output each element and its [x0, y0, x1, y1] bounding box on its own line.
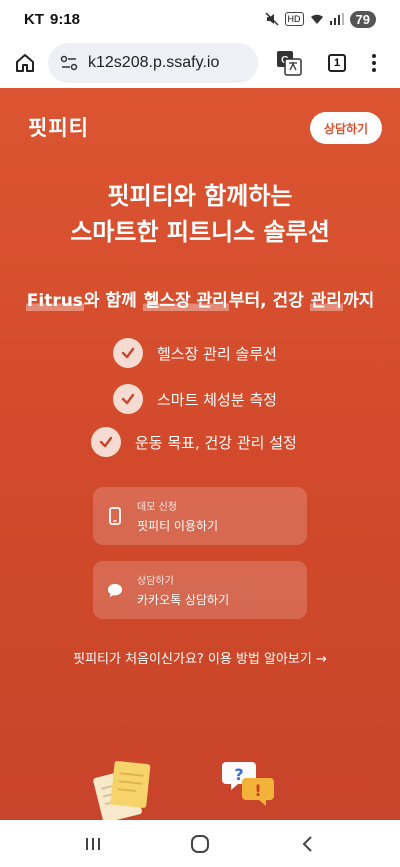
home-nav-button[interactable]: [180, 829, 220, 859]
signal-icon: [329, 13, 344, 25]
check-icon: [113, 384, 143, 414]
battery-indicator: 79: [349, 10, 376, 28]
back-button[interactable]: [287, 829, 327, 859]
feature-item: 헬스장 관리 솔루션: [113, 338, 277, 368]
subtitle-highlight-fitrus: Fitrus: [25, 291, 84, 311]
carrier-label: KT: [24, 10, 44, 28]
hero-title: 핏피티와 함께하는 스마트한 피트니스 솔루션: [0, 178, 400, 250]
back-icon: [302, 835, 312, 852]
hero-title-line2: 스마트한 피트니스 솔루션: [70, 218, 330, 246]
subtitle-highlight-manage: 관리: [309, 291, 343, 311]
feature-label: 스마트 체성분 측정: [157, 390, 277, 409]
feature-label: 헬스장 관리 솔루션: [157, 344, 277, 363]
check-icon: [113, 338, 143, 368]
dot-icon: [372, 68, 376, 72]
url-text: k12s208.p.ssafy.io: [88, 54, 220, 71]
landing-page: 핏피티 상담하기 핏피티와 함께하는 스마트한 피트니스 솔루션 Fitrus와…: [0, 88, 400, 820]
browser-toolbar: k12s208.p.ssafy.io G 1: [0, 38, 400, 88]
home-button[interactable]: [10, 48, 40, 78]
translate-button[interactable]: G: [276, 50, 302, 76]
card-kicker: 상담하기: [137, 576, 174, 587]
subtitle-highlight-gym: 헬스장 관리: [142, 291, 229, 311]
translate-icon: G: [277, 51, 302, 76]
subtitle-text-3: 까지: [342, 291, 375, 311]
demo-request-card[interactable]: 데모 신청 핏피티 이용하기: [93, 487, 307, 545]
wifi-icon: [310, 14, 323, 24]
recent-apps-icon: [86, 837, 101, 850]
phone-icon: [107, 507, 123, 525]
subtitle-text-1: 와 함께: [83, 291, 143, 311]
svg-text:!: !: [254, 781, 261, 800]
address-bar[interactable]: k12s208.p.ssafy.io: [48, 43, 258, 83]
dot-icon: [372, 54, 376, 58]
how-to-use-link[interactable]: 핏피티가 처음이신가요? 이용 방법 알아보기 →: [0, 648, 400, 667]
feature-item: 운동 목표, 건강 관리 설정: [91, 427, 297, 457]
consult-button[interactable]: 상담하기: [310, 112, 382, 144]
brand-logo[interactable]: 핏피티: [28, 112, 89, 142]
hd-badge: HD: [284, 12, 304, 26]
question-bubbles-icon: ? !: [222, 762, 274, 806]
home-circle-icon: [190, 834, 209, 853]
feature-label: 운동 목표, 건강 관리 설정: [135, 433, 297, 452]
mute-icon: [265, 12, 279, 26]
feature-item: 스마트 체성분 측정: [113, 384, 277, 414]
card-label: 카카오톡 상담하기: [137, 593, 230, 607]
chat-icon: [107, 582, 123, 598]
recent-apps-button[interactable]: [73, 829, 113, 859]
check-icon: [91, 427, 121, 457]
status-bar: KT 9:18 HD 79: [0, 0, 400, 38]
paper-notes-icon: [93, 760, 151, 820]
hero-subtitle: Fitrus와 함께 헬스장 관리부터, 건강 관리까지: [0, 286, 400, 311]
home-icon: [16, 54, 34, 72]
card-kicker: 데모 신청: [137, 502, 177, 513]
tabs-button[interactable]: 1: [328, 54, 346, 72]
dot-icon: [372, 61, 376, 65]
more-menu-button[interactable]: [372, 54, 376, 72]
site-settings-icon: [60, 55, 78, 71]
system-nav-bar: [0, 820, 400, 867]
kakao-consult-card[interactable]: 상담하기 카카오톡 상담하기: [93, 561, 307, 619]
subtitle-text-2: 부터, 건강: [228, 291, 310, 311]
clock: 9:18: [50, 10, 81, 28]
hero-title-line1: 핏피티와 함께하는: [107, 182, 293, 210]
card-label: 핏피티 이용하기: [137, 519, 219, 533]
